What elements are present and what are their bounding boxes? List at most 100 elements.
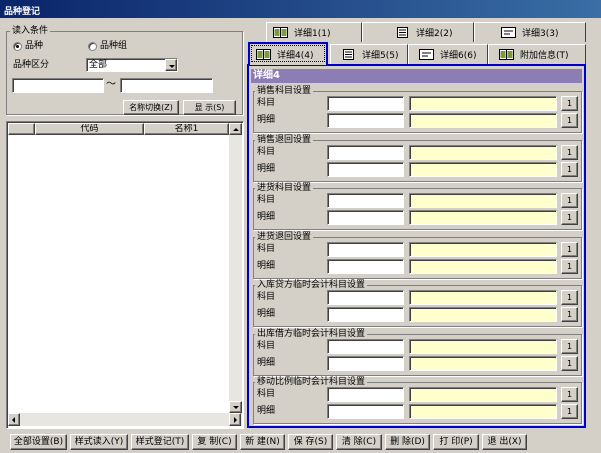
range-from-input[interactable]: [12, 78, 104, 93]
subject-name-field: [409, 290, 557, 305]
horizontal-scrollbar[interactable]: [8, 413, 242, 426]
book-icon: [273, 27, 288, 38]
card-icon: [501, 27, 516, 38]
detail-label: 明细: [257, 212, 276, 222]
tab-detail6[interactable]: 详细6(6): [408, 44, 488, 64]
tab-detail1-label: 详细1(1): [294, 29, 331, 39]
detail-label: 明细: [257, 164, 276, 174]
detail-name-field: [409, 404, 557, 419]
bottom-action-button[interactable]: 删 除(D): [385, 434, 430, 450]
detail-lookup-button[interactable]: 1: [561, 162, 578, 177]
account-group-title: 销售退回设置: [255, 135, 314, 145]
subject-name-field: [409, 387, 557, 402]
subject-lookup-button[interactable]: 1: [561, 339, 578, 354]
bottom-action-button[interactable]: 全部设置(B): [10, 434, 67, 450]
bottom-action-button[interactable]: 样式读入(Y): [70, 434, 128, 450]
detail-label: 明细: [257, 309, 276, 319]
detail-lookup-button[interactable]: 1: [561, 113, 578, 128]
bottom-action-button[interactable]: 样式登记(T): [131, 434, 189, 450]
account-group-title: 入库贷方临时会计科目设置: [255, 280, 368, 290]
range-to-input[interactable]: [120, 78, 213, 93]
radio-item-label[interactable]: 品种: [25, 41, 43, 51]
radio-item-group[interactable]: [88, 42, 97, 51]
detail-code-input[interactable]: [327, 162, 404, 177]
read-conditions-label: 读入条件: [10, 26, 51, 36]
scroll-down-button[interactable]: [229, 401, 242, 413]
book-icon: [256, 49, 271, 60]
detail-lookup-button[interactable]: 1: [561, 210, 578, 225]
bottom-action-button[interactable]: 保 存(S): [288, 434, 333, 450]
detail-code-input[interactable]: [327, 210, 404, 225]
bottom-action-button[interactable]: 退 出(X): [482, 434, 527, 450]
account-group-title: 移动比例临时会计科目设置: [255, 377, 368, 387]
subject-code-input[interactable]: [327, 242, 404, 257]
grid-header-name1[interactable]: 名称1: [144, 123, 229, 135]
scroll-right-button[interactable]: [229, 413, 241, 426]
account-group-title: 出库借方临时会计科目设置: [255, 329, 368, 339]
subject-lookup-button[interactable]: 1: [561, 290, 578, 305]
subject-code-input[interactable]: [327, 96, 404, 111]
display-button[interactable]: 显 示(S): [183, 100, 236, 115]
grid-header-code[interactable]: 代码: [35, 123, 144, 135]
detail-code-input[interactable]: [327, 307, 404, 322]
detail-code-input[interactable]: [327, 113, 404, 128]
subject-label: 科目: [257, 292, 276, 302]
account-group-title: 进货科目设置: [255, 183, 314, 193]
detail-label: 明细: [257, 406, 276, 416]
radio-item[interactable]: [13, 42, 22, 51]
detail-name-field: [409, 162, 557, 177]
subject-lookup-button[interactable]: 1: [561, 193, 578, 208]
category-select[interactable]: 全部: [86, 58, 178, 72]
scroll-left-button[interactable]: [8, 413, 20, 426]
detail-label: 明细: [257, 261, 276, 271]
tab-detail1[interactable]: 详细1(1): [266, 22, 362, 42]
subject-code-input[interactable]: [327, 290, 404, 305]
detail-lookup-button[interactable]: 1: [561, 356, 578, 371]
tab-detail4[interactable]: 详细4(4): [248, 42, 328, 65]
subject-lookup-button[interactable]: 1: [561, 387, 578, 402]
subject-lookup-button[interactable]: 1: [561, 145, 578, 160]
subject-lookup-button[interactable]: 1: [561, 242, 578, 257]
subject-name-field: [409, 145, 557, 160]
tab-detail5[interactable]: 详细5(5): [330, 44, 408, 64]
arrow-left-icon: [12, 417, 15, 423]
name-toggle-button[interactable]: 名称切换(Z): [123, 100, 179, 115]
subject-code-input[interactable]: [327, 339, 404, 354]
detail-code-input[interactable]: [327, 404, 404, 419]
tab-detail2[interactable]: 详细2(2): [362, 22, 474, 42]
document-icon: [397, 27, 408, 38]
bottom-action-button[interactable]: 复 制(C): [192, 434, 237, 450]
detail-name-field: [409, 356, 557, 371]
document-icon: [343, 49, 354, 60]
subject-code-input[interactable]: [327, 387, 404, 402]
detail-label: 明细: [257, 115, 276, 125]
subject-code-input[interactable]: [327, 193, 404, 208]
bottom-action-button[interactable]: 清 除(C): [336, 434, 382, 450]
detail-lookup-button[interactable]: 1: [561, 307, 578, 322]
subject-label: 科目: [257, 195, 276, 205]
tab-extra-info-label: 附加信息(T): [520, 51, 569, 61]
bottom-action-button[interactable]: 打 印(P): [433, 434, 479, 450]
account-group-title: 进货退回设置: [255, 232, 314, 242]
tab-detail5-label: 详细5(5): [362, 51, 399, 61]
detail-lookup-button[interactable]: 1: [561, 404, 578, 419]
bottom-action-button[interactable]: 新 建(N): [240, 434, 285, 450]
subject-code-input[interactable]: [327, 145, 404, 160]
detail-code-input[interactable]: [327, 259, 404, 274]
detail-label: 明细: [257, 358, 276, 368]
tab-detail2-label: 详细2(2): [416, 29, 453, 39]
subject-name-field: [409, 193, 557, 208]
radio-item-group-label[interactable]: 品种组: [100, 41, 127, 51]
category-dropdown-button[interactable]: [165, 59, 177, 71]
detail-code-input[interactable]: [327, 356, 404, 371]
vertical-scrollbar[interactable]: [229, 123, 242, 413]
detail-name-field: [409, 210, 557, 225]
category-value: 全部: [89, 60, 108, 70]
detail-lookup-button[interactable]: 1: [561, 259, 578, 274]
tab-detail3[interactable]: 详细3(3): [474, 22, 586, 42]
scroll-up-button[interactable]: [229, 123, 242, 135]
subject-lookup-button[interactable]: 1: [561, 96, 578, 111]
item-grid[interactable]: 代码 名称1: [6, 121, 244, 429]
detail4-panel: 详细4 销售科目设置 科目 1 明细 1 销售退回设置 科目 1 明细 1 进货科目设置 科目 1 明细 1…: [247, 64, 586, 428]
tab-extra-info[interactable]: 附加信息(T): [488, 44, 586, 64]
